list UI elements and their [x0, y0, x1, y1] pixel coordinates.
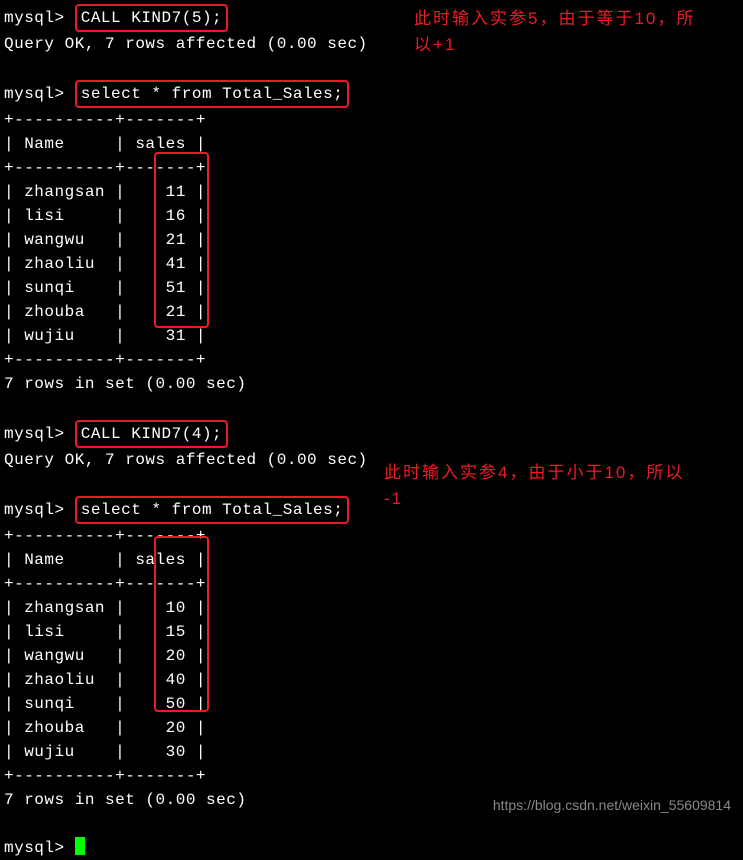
cursor-icon: [75, 837, 85, 855]
sql-command-select1[interactable]: select * from Total_Sales;: [75, 80, 350, 108]
table-sep: +----------+-------+: [4, 348, 739, 372]
table-header: | Name | sales |: [4, 548, 739, 572]
annotation-text: 此时输入实参5，由于等于10，所: [414, 6, 695, 32]
table-row: | zhouba | 21 |: [4, 300, 739, 324]
table-row: | zhouba | 20 |: [4, 716, 739, 740]
sql-command-call2[interactable]: CALL KIND7(4);: [75, 420, 228, 448]
table-sep: +----------+-------+: [4, 764, 739, 788]
table-row: | lisi | 16 |: [4, 204, 739, 228]
mysql-prompt: mysql>: [4, 425, 65, 443]
table-sep: +----------+-------+: [4, 572, 739, 596]
mysql-prompt: mysql>: [4, 839, 65, 857]
sql-command-select2[interactable]: select * from Total_Sales;: [75, 496, 350, 524]
table-sep: +----------+-------+: [4, 156, 739, 180]
table-row: | sunqi | 50 |: [4, 692, 739, 716]
table-sep: +----------+-------+: [4, 108, 739, 132]
table-row: | zhaoliu | 40 |: [4, 668, 739, 692]
table-footer: 7 rows in set (0.00 sec): [4, 372, 739, 396]
table-row: | wangwu | 21 |: [4, 228, 739, 252]
terminal-line: mysql> CALL KIND7(4);: [4, 420, 739, 448]
table-row: | zhangsan | 11 |: [4, 180, 739, 204]
mysql-prompt: mysql>: [4, 85, 65, 103]
terminal-line: mysql> select * from Total_Sales;: [4, 80, 739, 108]
blank-line: [4, 396, 739, 420]
annotation-2: 此时输入实参4，由于小于10，所以 -1: [384, 460, 684, 511]
table-row: | wujiu | 31 |: [4, 324, 739, 348]
annotation-text: 此时输入实参4，由于小于10，所以: [384, 460, 684, 486]
watermark-text: https://blog.csdn.net/weixin_55609814: [493, 795, 731, 816]
mysql-prompt: mysql>: [4, 9, 65, 27]
table-row: | lisi | 15 |: [4, 620, 739, 644]
table-row: | zhangsan | 10 |: [4, 596, 739, 620]
table-sep: +----------+-------+: [4, 524, 739, 548]
table-row: | zhaoliu | 41 |: [4, 252, 739, 276]
terminal-line[interactable]: mysql>: [4, 836, 739, 860]
annotation-text: 以+1: [414, 32, 695, 58]
table-row: | sunqi | 51 |: [4, 276, 739, 300]
blank-line: [4, 56, 739, 80]
annotation-1: 此时输入实参5，由于等于10，所 以+1: [414, 6, 695, 57]
sql-command-call1[interactable]: CALL KIND7(5);: [75, 4, 228, 32]
mysql-prompt: mysql>: [4, 501, 65, 519]
table-row: | wujiu | 30 |: [4, 740, 739, 764]
table-row: | wangwu | 20 |: [4, 644, 739, 668]
table-header: | Name | sales |: [4, 132, 739, 156]
annotation-text: -1: [384, 486, 684, 512]
